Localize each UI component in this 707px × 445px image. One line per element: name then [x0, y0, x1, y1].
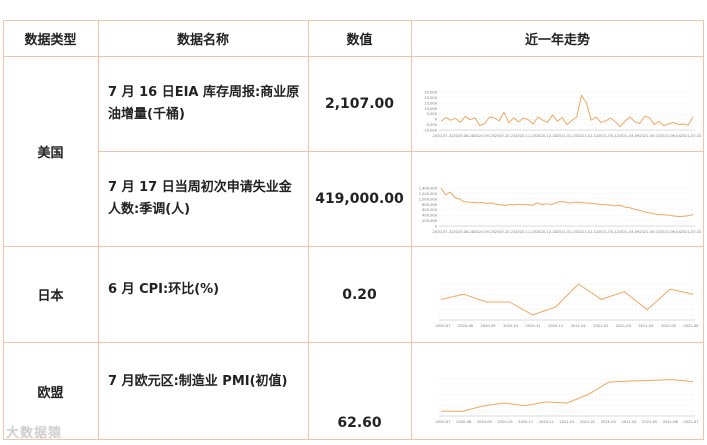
series-line: [440, 379, 694, 412]
x-tick-label: 2021-03: [601, 420, 616, 424]
type-cell-japan: 日本: [37, 289, 64, 304]
header-value: 数值: [346, 33, 373, 48]
x-tick-label: 2021-06-04: [660, 134, 682, 138]
series-line: [440, 94, 694, 128]
sparkline-svg: 2020-07 2020-08 2020-09 2020-10 2020-11 2020-…: [435, 377, 699, 424]
x-tick-label: 2021-05: [661, 324, 676, 328]
x-tick-label: 2021-05: [642, 420, 657, 424]
x-tick-label: 2021-01-15: [557, 134, 578, 138]
name-cell-eia: 7 月 16 日EIA 库存周报:商业原油增量(千桶): [108, 85, 300, 122]
x-tick-label: 2021-07-02: [681, 134, 702, 138]
name-cell-cpi: 6 月 CPI:环比(%): [108, 282, 220, 297]
y-tick-label: 0: [435, 225, 438, 229]
x-tick-label: 2020-08-28: [453, 134, 475, 138]
y-tick-label: 10,000: [424, 107, 437, 111]
y-tick-label: 200,000: [422, 219, 438, 223]
y-tick-label: 800,000: [422, 203, 438, 207]
x-tick-label: 2021-02-12: [577, 230, 598, 234]
value-cell-eia: 2,107.00: [324, 96, 395, 112]
y-tick-label: 1,400,000: [419, 187, 438, 191]
x-tick-label: 2021-06-04: [660, 230, 682, 234]
x-tick-label: 2020-08: [458, 324, 474, 328]
x-tick-label: 2021-01: [571, 324, 586, 328]
sparkline-svg: 2020-07 2020-08 2020-09 2020-10 2020-11 2020-…: [435, 283, 699, 328]
x-tick-label: 2021-04: [638, 324, 654, 328]
x-tick-label: 2021-04: [621, 420, 637, 424]
x-tick-label: 2020-08: [456, 420, 472, 424]
trend-chart-jobless: 1,400,000 1,200,000 1,000,000 800,000 600,00…: [419, 186, 702, 238]
x-tick-label: 2021-01-15: [557, 230, 578, 234]
x-tick-label: 2021-02: [593, 324, 608, 328]
x-tick-label: 2020-07-31: [433, 134, 454, 138]
watermark: 大数据猿: [6, 426, 63, 441]
y-tick-label: -5,000: [425, 123, 437, 127]
x-tick-label: 2020-11: [526, 324, 541, 328]
header-trend: 近一年走势: [524, 33, 590, 48]
x-tick-label: 2020-09: [477, 420, 493, 424]
data-table: 数据类型 数据名称 数值 近一年走势 美国 日本 欧盟 7 月 16 日EIA …: [3, 20, 704, 440]
sparkline-svg: 1,400,0001,200,0001,000,000 800,000600,00…: [419, 187, 702, 235]
table-border-bottom: [3, 439, 704, 440]
x-tick-label: 2021-05-07: [639, 230, 660, 234]
x-tick-label: 2020-08-28: [453, 230, 475, 234]
x-tick-label: 2020-07: [435, 324, 450, 328]
x-tick-label: 2020-12-18: [536, 230, 558, 234]
x-tick-label: 2021-03-12: [598, 134, 619, 138]
x-tick-label: 2020-10-23: [495, 230, 516, 234]
name-cell-jobless: 7 月 17 日当周初次申请失业金人数:季调(人): [108, 180, 292, 217]
x-tick-label: 2021-04-09: [619, 134, 641, 138]
y-tick-label: -10,000: [423, 129, 438, 133]
x-tick-label: 2021-02-12: [577, 134, 598, 138]
x-tick-label: 2021-06: [683, 324, 699, 328]
name-cell-pmi: 7 月欧元区:制造业 PMI(初值): [108, 374, 288, 389]
x-tick-label: 2020-12: [539, 420, 554, 424]
x-tick-label: 2021-01: [559, 420, 574, 424]
x-tick-label: 2020-07: [435, 420, 450, 424]
y-tick-label: 15,000: [424, 101, 437, 105]
y-tick-label: 600,000: [422, 208, 438, 212]
y-tick-label: 1,000,000: [419, 197, 438, 201]
y-tick-label: 1,200,000: [419, 192, 438, 196]
x-tick-label: 2020-11: [518, 420, 533, 424]
value-cell-jobless: 419,000.00: [315, 191, 404, 207]
x-tick-label: 2021-04-09: [619, 230, 641, 234]
x-tick-label: 2021-07-02: [681, 230, 702, 234]
y-tick-label: 25,000: [424, 91, 437, 95]
type-cell-us: 美国: [37, 146, 64, 161]
y-tick-label: 400,000: [422, 214, 438, 218]
x-tick-label: 2020-11-20: [515, 134, 537, 138]
x-tick-label: 2020-11-20: [515, 230, 537, 234]
x-tick-label: 2020-12: [548, 324, 563, 328]
x-tick-label: 2021-07: [683, 420, 698, 424]
x-tick-label: 2020-10-23: [495, 134, 516, 138]
sparkline-svg: 25,00020,00015,000 10,0005,000 0-5,000 -10,…: [423, 91, 701, 139]
x-tick-label: 2021-05-07: [639, 134, 660, 138]
x-tick-label: 2020-07-31: [433, 230, 454, 234]
header-type: 数据类型: [24, 33, 77, 48]
x-tick-label: 2021-03: [616, 324, 631, 328]
header-name: 数据名称: [176, 33, 229, 48]
y-tick-label: 20,000: [424, 96, 437, 100]
x-tick-label: 2021-03-12: [598, 230, 619, 234]
trend-chart-pmi: 2020-07 2020-08 2020-09 2020-10 2020-11 2020-…: [421, 376, 699, 428]
series-line: [440, 187, 694, 217]
value-cell-cpi: 0.20: [342, 286, 377, 303]
x-tick-label: 2021-06: [663, 420, 679, 424]
table-border-right: [703, 20, 704, 440]
column-divider: [411, 20, 412, 440]
x-tick-label: 2020-09: [481, 324, 497, 328]
x-tick-label: 2020-12-18: [536, 134, 558, 138]
trend-chart-cpi: 2020-07 2020-08 2020-09 2020-10 2020-11 2020-…: [421, 282, 699, 332]
x-tick-label: 2020-09-25: [474, 134, 495, 138]
x-tick-label: 2021-02: [580, 420, 595, 424]
y-tick-label: 0: [435, 118, 438, 122]
x-tick-label: 2020-09-25: [474, 230, 495, 234]
y-tick-label: 5,000: [427, 112, 438, 116]
x-tick-label: 2020-10: [497, 420, 513, 424]
trend-chart-eia: 25,000 20,000 15,000 10,000 5,000 0 -5,000 -10,…: [421, 90, 701, 142]
value-cell-pmi: 62.60: [337, 415, 382, 431]
x-tick-label: 2020-10: [503, 324, 519, 328]
